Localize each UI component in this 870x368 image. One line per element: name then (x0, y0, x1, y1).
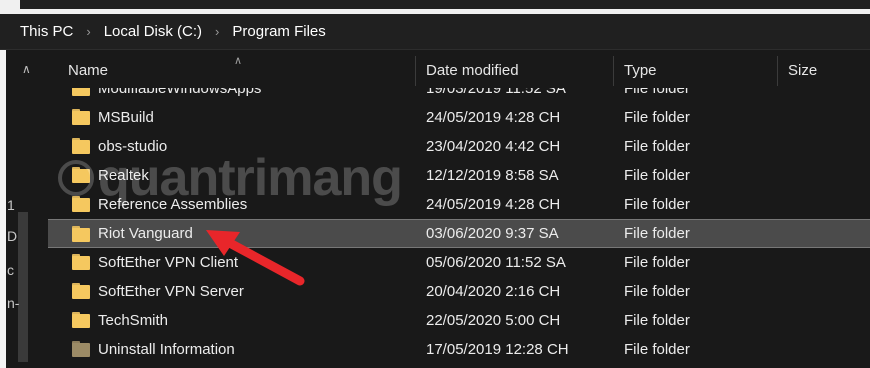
red-arrow-annotation (206, 230, 305, 286)
